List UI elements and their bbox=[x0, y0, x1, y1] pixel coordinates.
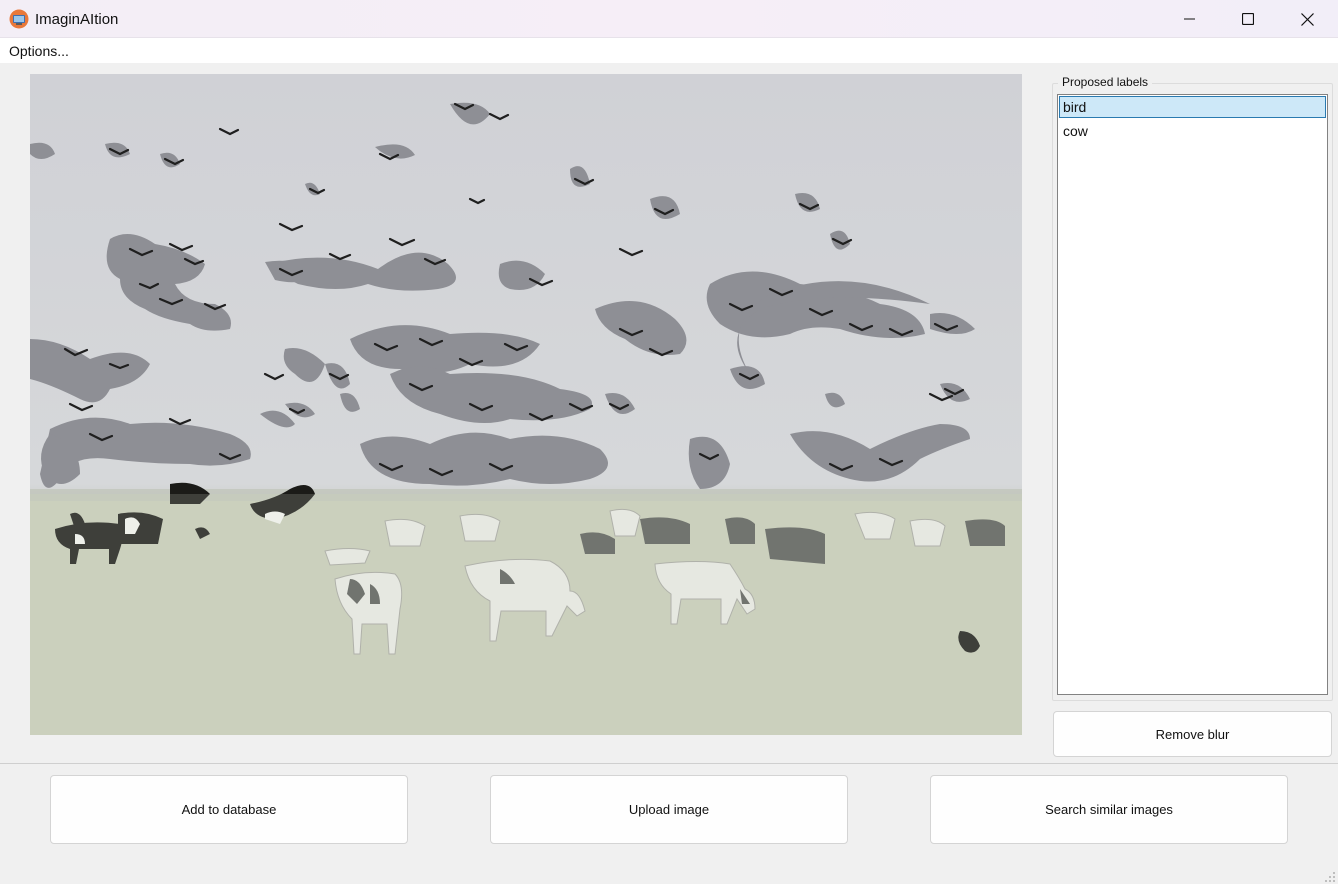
menu-options[interactable]: Options... bbox=[9, 43, 69, 59]
close-button[interactable] bbox=[1278, 0, 1336, 38]
window-title: ImaginAItion bbox=[35, 11, 119, 28]
maximize-icon bbox=[1242, 13, 1254, 25]
minimize-button[interactable] bbox=[1161, 0, 1219, 38]
image-canvas[interactable] bbox=[30, 74, 1022, 735]
maximize-button[interactable] bbox=[1219, 0, 1277, 38]
search-similar-images-button[interactable]: Search similar images bbox=[930, 775, 1288, 844]
remove-blur-button[interactable]: Remove blur bbox=[1053, 711, 1332, 757]
title-bar: ImaginAItion bbox=[0, 0, 1338, 38]
list-item[interactable]: bird bbox=[1059, 96, 1326, 118]
upload-image-button[interactable]: Upload image bbox=[490, 775, 848, 844]
close-icon bbox=[1300, 12, 1314, 26]
proposed-labels-title: Proposed labels bbox=[1058, 75, 1153, 89]
list-item[interactable]: cow bbox=[1059, 120, 1326, 142]
proposed-labels-list[interactable]: bird cow bbox=[1057, 94, 1328, 695]
minimize-icon bbox=[1184, 18, 1195, 20]
menu-bar: Options... bbox=[0, 38, 1338, 63]
add-to-database-button[interactable]: Add to database bbox=[50, 775, 408, 844]
app-icon bbox=[9, 9, 29, 29]
segmented-photo bbox=[30, 74, 1022, 735]
divider bbox=[0, 763, 1338, 764]
resize-grip-icon[interactable] bbox=[1324, 870, 1336, 882]
